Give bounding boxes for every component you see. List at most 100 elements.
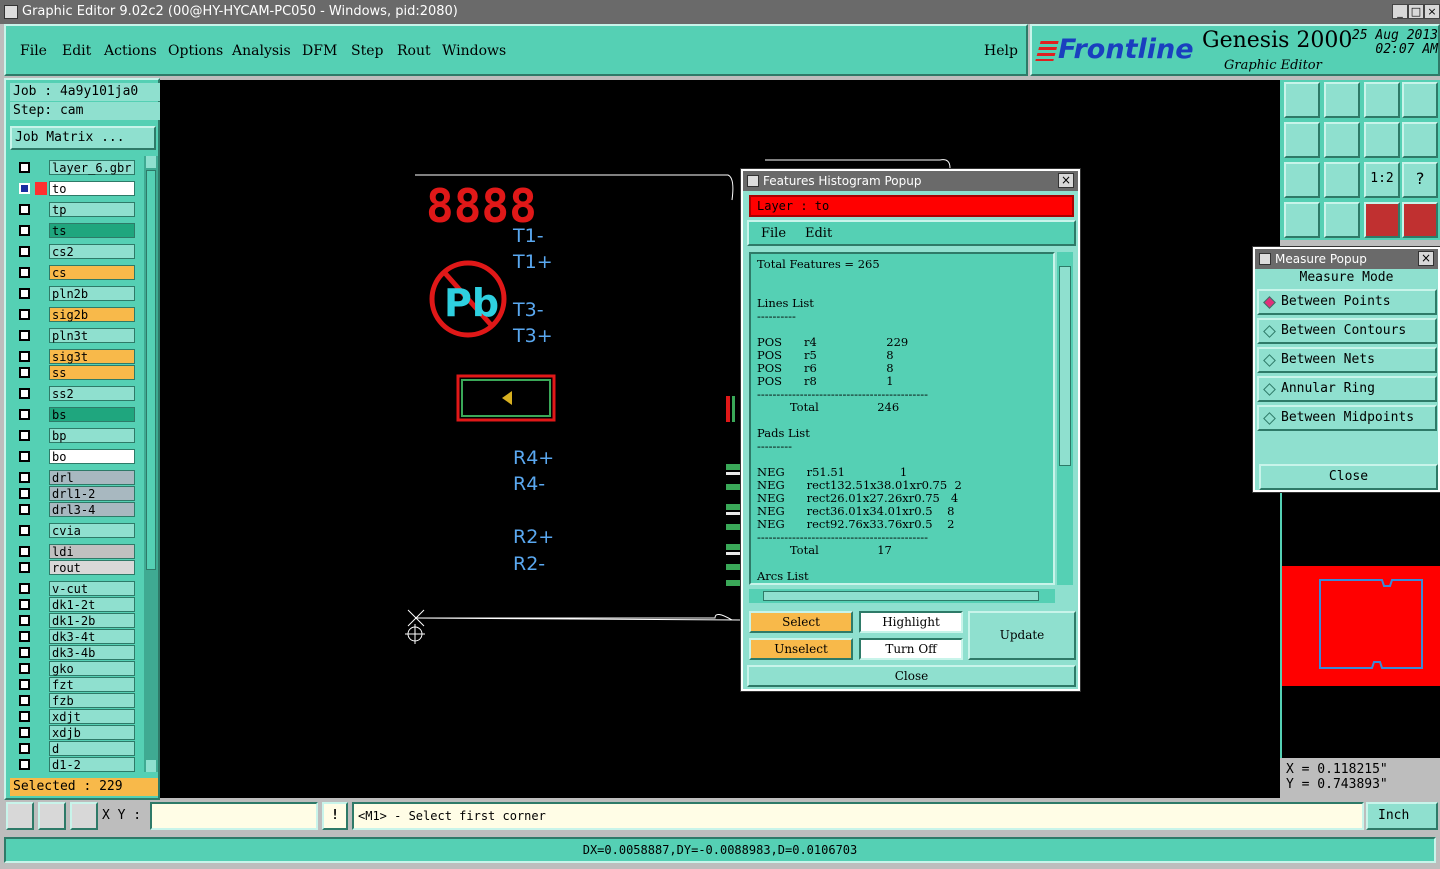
graphic-canvas[interactable]: 8888 Pb T1- T1+ T3- T3+ R4+ R4- R2+ R2- bbox=[160, 80, 1280, 798]
layer-checkbox[interactable] bbox=[19, 759, 30, 770]
layer-checkbox[interactable] bbox=[19, 388, 30, 399]
zoom-fit-icon[interactable] bbox=[1284, 162, 1320, 198]
layer-name[interactable]: ts bbox=[49, 223, 135, 238]
scroll-up-arrow-icon[interactable] bbox=[146, 156, 156, 168]
redraw-icon[interactable] bbox=[1402, 122, 1438, 158]
select-button[interactable]: Select bbox=[749, 611, 853, 633]
layer-name[interactable]: tp bbox=[49, 202, 135, 217]
xy-input[interactable] bbox=[150, 802, 318, 830]
layer-checkbox[interactable] bbox=[19, 647, 30, 658]
net-highlight-icon[interactable] bbox=[1364, 202, 1400, 238]
layer-row[interactable]: bo bbox=[14, 449, 136, 464]
layer-checkbox[interactable] bbox=[19, 488, 30, 499]
layer-checkbox[interactable] bbox=[19, 711, 30, 722]
layer-name[interactable]: bs bbox=[49, 407, 135, 422]
layer-checkbox[interactable] bbox=[19, 631, 30, 642]
layer-scrollbar[interactable] bbox=[144, 156, 158, 772]
menu-analysis[interactable]: Analysis bbox=[232, 43, 291, 59]
help-icon[interactable]: ? bbox=[1402, 162, 1438, 198]
layer-name[interactable]: d1-2 bbox=[49, 757, 135, 772]
layer-name[interactable]: dk3-4t bbox=[49, 629, 135, 644]
layer-row[interactable]: v-cut bbox=[14, 581, 136, 596]
bang-button[interactable]: ! bbox=[322, 802, 348, 830]
layer-row[interactable]: ts bbox=[14, 223, 136, 238]
hist-menu-edit[interactable]: Edit bbox=[805, 226, 832, 241]
measure-close-x[interactable]: × bbox=[1418, 251, 1434, 266]
layer-checkbox[interactable] bbox=[19, 727, 30, 738]
layer-row[interactable]: cs bbox=[14, 265, 136, 280]
menu-file[interactable]: File bbox=[20, 43, 47, 59]
layer-row[interactable]: ldi bbox=[14, 544, 136, 559]
histogram-close-x[interactable]: × bbox=[1058, 173, 1074, 188]
menu-edit[interactable]: Edit bbox=[62, 43, 91, 59]
grid-icon[interactable] bbox=[1324, 202, 1360, 238]
scroll-thumb[interactable] bbox=[146, 170, 156, 570]
layer-row[interactable]: d1-2 bbox=[14, 757, 136, 772]
layer-name[interactable]: cvia bbox=[49, 523, 135, 538]
layer-row[interactable]: pln2b bbox=[14, 286, 136, 301]
layer-checkbox[interactable] bbox=[19, 743, 30, 754]
layer-row[interactable]: xdjt bbox=[14, 709, 136, 724]
layer-name[interactable]: dk1-2b bbox=[49, 613, 135, 628]
layer-row[interactable]: sig3t bbox=[14, 349, 136, 364]
measure-option[interactable]: Between Points bbox=[1257, 289, 1437, 315]
layer-name[interactable]: fzb bbox=[49, 693, 135, 708]
layer-name[interactable]: sig3t bbox=[49, 349, 135, 364]
layer-name[interactable]: layer_6.gbr bbox=[49, 160, 135, 175]
layer-name[interactable]: rout bbox=[49, 560, 135, 575]
layer-checkbox[interactable] bbox=[19, 288, 30, 299]
measure-option[interactable]: Annular Ring bbox=[1257, 376, 1437, 402]
layer-checkbox[interactable] bbox=[19, 351, 30, 362]
layer-checkbox[interactable] bbox=[19, 695, 30, 706]
layer-checkbox[interactable] bbox=[19, 204, 30, 215]
layer-name[interactable]: d bbox=[49, 741, 135, 756]
update-button[interactable]: Update bbox=[968, 611, 1076, 660]
layer-name[interactable]: ss bbox=[49, 365, 135, 380]
zoom-down-icon[interactable] bbox=[1324, 82, 1360, 118]
measure-option[interactable]: Between Contours bbox=[1257, 318, 1437, 344]
layer-row[interactable]: pln3t bbox=[14, 328, 136, 343]
window-fit-icon[interactable] bbox=[1402, 82, 1438, 118]
scale-1-2-icon[interactable]: 1:2 bbox=[1364, 162, 1400, 198]
layer-name[interactable]: dk3-4b bbox=[49, 645, 135, 660]
menu-step[interactable]: Step bbox=[351, 43, 383, 59]
layer-row[interactable]: dk1-2b bbox=[14, 613, 136, 628]
layer-checkbox[interactable] bbox=[19, 663, 30, 674]
menu-options[interactable]: Options bbox=[168, 43, 223, 59]
overview-panel[interactable] bbox=[1280, 492, 1440, 758]
layer-row[interactable]: fzb bbox=[14, 693, 136, 708]
layer-row[interactable]: dk1-2t bbox=[14, 597, 136, 612]
highlight-button[interactable]: Highlight bbox=[859, 611, 963, 633]
house-icon[interactable] bbox=[1364, 82, 1400, 118]
layer-checkbox[interactable] bbox=[19, 409, 30, 420]
layer-name[interactable]: dk1-2t bbox=[49, 597, 135, 612]
pan-right-icon[interactable] bbox=[1324, 122, 1360, 158]
layer-name[interactable]: ldi bbox=[49, 544, 135, 559]
layer-row[interactable]: dk3-4t bbox=[14, 629, 136, 644]
close-window-button[interactable]: × bbox=[1424, 4, 1440, 19]
layer-checkbox[interactable] bbox=[19, 679, 30, 690]
layer-name[interactable]: xdjt bbox=[49, 709, 135, 724]
layer-row[interactable]: tp bbox=[14, 202, 136, 217]
layer-checkbox[interactable] bbox=[19, 525, 30, 536]
layer-row[interactable]: to bbox=[14, 181, 136, 196]
hist-scroll-thumb[interactable] bbox=[1059, 266, 1071, 466]
layer-checkbox[interactable] bbox=[19, 162, 30, 173]
layer-checkbox[interactable] bbox=[19, 451, 30, 462]
unselect-button[interactable]: Unselect bbox=[749, 638, 853, 660]
layer-checkbox[interactable] bbox=[19, 562, 30, 573]
layer-checkbox[interactable] bbox=[19, 309, 30, 320]
layer-name[interactable]: bp bbox=[49, 428, 135, 443]
layer-name[interactable]: gko bbox=[49, 661, 135, 676]
layer-row[interactable]: rout bbox=[14, 560, 136, 575]
layer-checkbox[interactable] bbox=[19, 183, 30, 194]
snap-angle-icon[interactable] bbox=[38, 802, 66, 830]
layer-name[interactable]: sig2b bbox=[49, 307, 135, 322]
layer-row[interactable]: d bbox=[14, 741, 136, 756]
layer-checkbox[interactable] bbox=[19, 615, 30, 626]
layer-checkbox[interactable] bbox=[19, 367, 30, 378]
turn-off-button[interactable]: Turn Off bbox=[859, 638, 963, 660]
layer-row[interactable]: ss2 bbox=[14, 386, 136, 401]
layer-row[interactable]: sig2b bbox=[14, 307, 136, 322]
job-matrix-button[interactable]: Job Matrix ... bbox=[10, 126, 156, 150]
